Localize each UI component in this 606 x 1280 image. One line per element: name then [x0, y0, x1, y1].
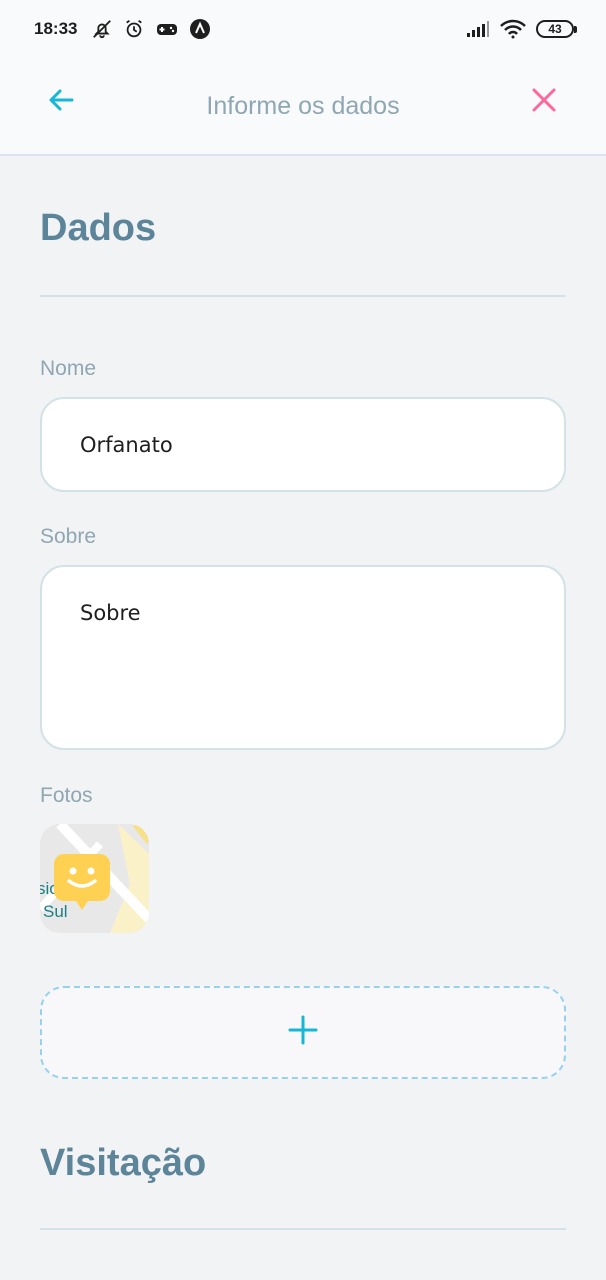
map-thumbnail-image: sic Sul — [40, 824, 149, 933]
photo-thumbnail[interactable]: sic Sul — [40, 824, 149, 933]
app-badge-icon — [189, 18, 211, 40]
status-time: 18:33 — [34, 19, 78, 38]
status-left: 18:33 — [34, 18, 211, 40]
signal-icon — [466, 20, 490, 38]
alarm-icon — [123, 18, 145, 40]
section-divider — [40, 295, 566, 297]
back-button[interactable] — [40, 80, 84, 124]
name-label: Nome — [40, 357, 97, 380]
wifi-icon — [500, 19, 526, 39]
page-title: Informe os dados — [206, 91, 400, 120]
photos-label: Fotos — [40, 784, 93, 807]
section-title-visitation: Visitação — [40, 1142, 207, 1184]
section-divider — [40, 1228, 566, 1230]
status-right: 43 — [466, 19, 577, 39]
battery-icon: 43 — [536, 20, 577, 38]
arrow-left-icon — [46, 84, 78, 121]
app-header: Informe os dados — [0, 58, 606, 156]
add-photo-button[interactable] — [40, 986, 566, 1079]
bell-off-icon — [91, 18, 113, 40]
about-label: Sobre — [40, 525, 97, 548]
svg-text:Sul: Sul — [43, 902, 68, 921]
status-bar: 18:33 43 — [0, 0, 606, 58]
about-textarea[interactable]: Sobre — [40, 565, 566, 750]
close-icon — [530, 86, 558, 119]
name-input[interactable]: Orfanato — [40, 397, 566, 492]
close-button[interactable] — [522, 80, 566, 124]
section-title-data: Dados — [40, 207, 157, 249]
plus-icon — [288, 1015, 318, 1050]
game-controller-icon — [155, 19, 179, 39]
